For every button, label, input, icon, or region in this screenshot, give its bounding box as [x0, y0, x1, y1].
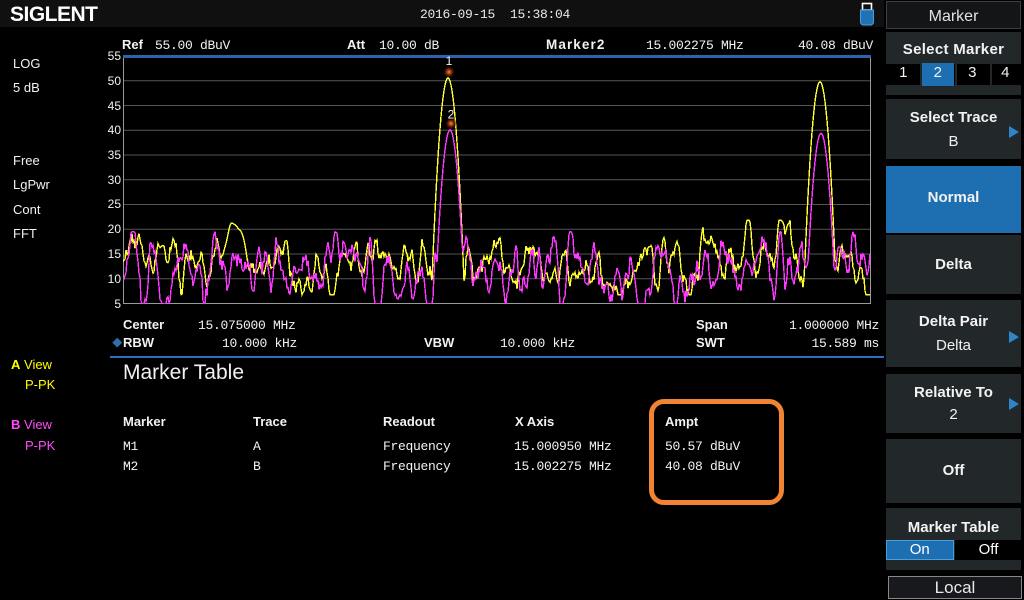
svg-text:1: 1	[446, 55, 453, 68]
svg-text:2: 2	[448, 108, 455, 122]
